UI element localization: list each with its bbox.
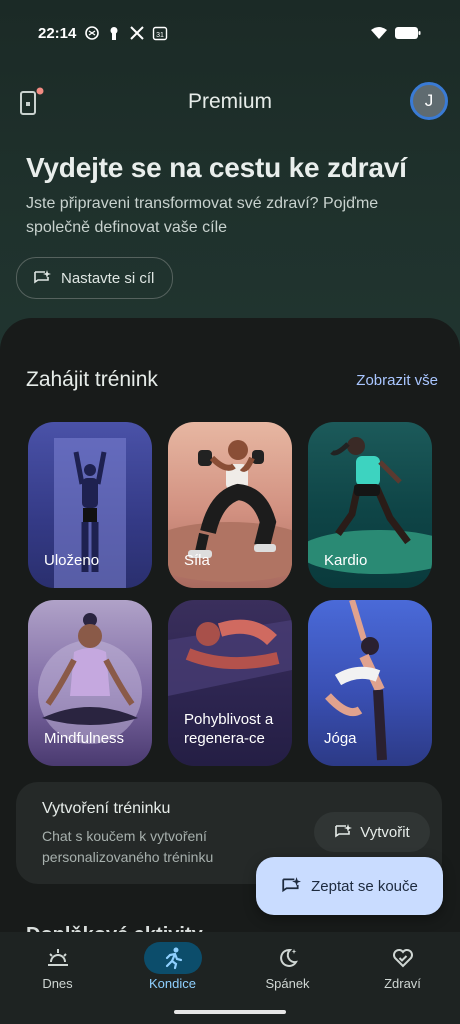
nav-icon-wrap (143, 942, 202, 974)
svg-text:31: 31 (156, 32, 164, 39)
tile-label: Síla (184, 552, 210, 569)
nav-icon-wrap (259, 942, 317, 974)
status-bar: 22:14 31 (0, 0, 460, 66)
avatar-letter: J (424, 91, 434, 110)
builder-subtitle: Chat s koučem k vytvoření personalizovan… (42, 828, 214, 865)
set-goal-button[interactable]: Nastavte si cíl (16, 257, 174, 299)
see-all-link[interactable]: Zobrazit vše (356, 372, 438, 389)
bottom-navigation: Dnes Kondice Spánek Zdraví (0, 932, 460, 1024)
workout-tile-mindfulness[interactable]: Mindfulness (28, 600, 152, 766)
calendar-icon: 31 (152, 26, 168, 41)
status-time: 22:14 (38, 25, 77, 42)
chat-sparkle-icon (335, 824, 353, 838)
tile-label: Mindfulness (44, 730, 125, 747)
battery-icon (395, 27, 421, 39)
tile-label: Pohyblivost a regenera-ce (184, 711, 274, 747)
running-icon (165, 947, 182, 970)
chatgpt-icon (85, 26, 99, 40)
nav-item-today[interactable]: Dnes (0, 932, 115, 1024)
nav-label: Kondice (149, 976, 196, 991)
ask-coach-label: Zeptat se kouče (311, 877, 418, 895)
hero-title: Vydejte se na cestu ke zdraví (26, 152, 407, 183)
chat-sparkle-icon (34, 270, 51, 284)
nav-icon-wrap (29, 942, 87, 974)
workout-tile-yoga[interactable]: Jóga (308, 600, 432, 766)
hero-subtitle: Jste připraveni transformovat své zdraví… (26, 195, 379, 236)
x-icon (130, 26, 144, 40)
heart-check-icon (392, 949, 413, 968)
create-workout-button[interactable]: Vytvořit (314, 812, 430, 852)
wifi-icon (371, 27, 387, 39)
chat-sparkle-icon (282, 877, 302, 893)
moon-stars-icon (279, 948, 298, 967)
workout-tile-saved[interactable]: Uloženo (28, 422, 152, 588)
nav-label: Zdraví (384, 976, 421, 991)
nav-label: Dnes (42, 976, 73, 991)
create-workout-label: Vytvořit (360, 823, 410, 841)
tile-label: Kardio (324, 552, 368, 569)
nav-label: Spánek (265, 976, 310, 991)
home-indicator[interactable] (174, 1010, 286, 1014)
nav-item-health[interactable]: Zdraví (345, 932, 460, 1024)
workout-tile-strength[interactable]: Síla (168, 422, 292, 588)
set-goal-label: Nastavte si cíl (61, 269, 155, 287)
workout-tile-cardio[interactable]: Kardio (308, 422, 432, 588)
nav-icon-wrap (374, 942, 432, 974)
avatar[interactable]: J (410, 82, 448, 120)
ask-coach-button[interactable]: Zeptat se kouče (256, 857, 443, 915)
tile-label: Uloženo (44, 552, 100, 569)
sunrise-icon (47, 949, 68, 966)
keyhole-icon (110, 27, 118, 40)
builder-title: Vytvoření tréninku (42, 800, 171, 817)
tile-label: Jóga (324, 730, 357, 747)
workouts-title: Zahájit trénink (26, 368, 158, 391)
workout-tile-mobility[interactable]: Pohyblivost a regenera-ce (168, 600, 292, 766)
page-title: Premium (187, 90, 272, 113)
